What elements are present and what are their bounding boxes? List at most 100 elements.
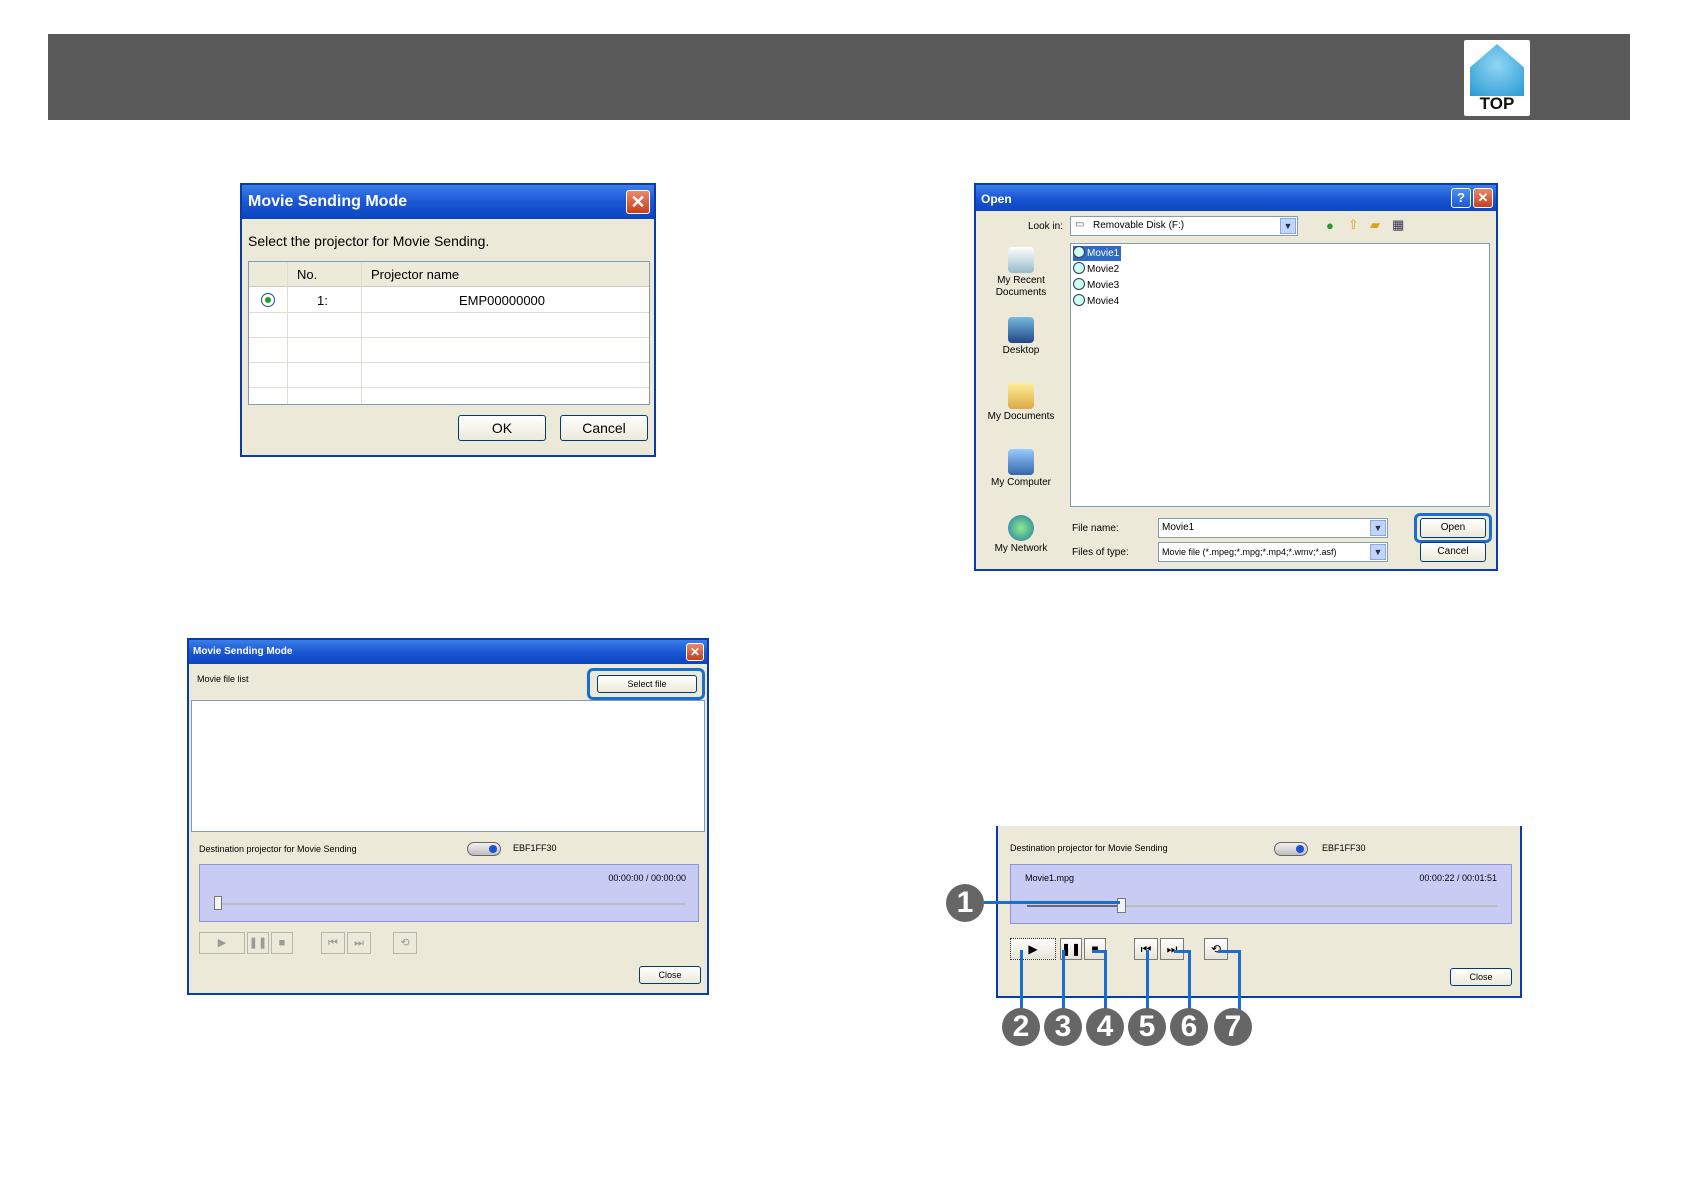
callout-line [1188,950,1191,1010]
stop-button[interactable]: ■ [271,932,293,954]
place-label: My Computer [990,477,1051,488]
file-type-value: Movie file (*.mpeg;*.mpg;*.mp4;*.wmv;*.a… [1162,547,1337,557]
close-icon[interactable]: ✕ [686,643,704,661]
ok-button[interactable]: OK [458,415,546,441]
select-file-button[interactable]: Select file [597,675,697,693]
network-icon [1008,515,1034,541]
seek-progress [1027,905,1121,907]
previous-icon: ⏮ [328,937,338,949]
file-list[interactable]: Movie1 Movie2 Movie3 Movie4 [1070,243,1490,507]
back-icon[interactable]: ● [1326,218,1334,233]
file-name-input[interactable]: Movie1 ▼ [1158,518,1388,538]
cancel-button[interactable]: Cancel [1420,542,1486,562]
up-folder-icon[interactable]: ⇧ [1348,217,1359,233]
play-icon: ▶ [217,937,227,949]
list-item[interactable]: Movie3 [1073,278,1119,293]
place-label: My Documents [987,411,1055,422]
grid-line [287,262,288,404]
dialog-title: Open [981,192,1012,206]
projector-table: No. Projector name 1: EMP00000000 [248,261,650,405]
grid-line [249,312,649,313]
next-button[interactable]: ⏭ [347,932,371,954]
stop-button[interactable]: ■ [1084,938,1106,960]
next-icon: ⏭ [1166,942,1178,956]
play-button[interactable]: ▶ [199,932,245,954]
top-button[interactable]: TOP [1464,40,1530,116]
help-icon[interactable]: ? [1451,188,1471,208]
file-name: Movie4 [1087,296,1120,307]
projector-select-dialog: Movie Sending Mode ✕ Select the projecto… [240,183,656,457]
file-name: Movie1.mpg [1025,873,1075,883]
repeat-button[interactable]: ⟲ [1204,938,1228,960]
file-name-label: File name: [1072,523,1119,534]
repeat-icon: ⟲ [1210,942,1222,956]
page-header [48,34,1630,120]
destination-label: Destination projector for Movie Sending [199,844,357,854]
movie-file-icon [1073,262,1085,274]
chevron-down-icon[interactable]: ▼ [1280,218,1296,234]
close-icon[interactable]: ✕ [1473,188,1493,208]
new-folder-icon[interactable]: ▰ [1370,217,1380,233]
seek-thumb[interactable] [214,896,222,910]
place-my-documents[interactable]: My Documents [980,383,1062,423]
chevron-down-icon[interactable]: ▼ [1370,544,1386,560]
place-my-network[interactable]: My Network [980,515,1062,555]
look-in-label: Look in: [1028,221,1064,232]
dialog-titlebar: Open ? ✕ [976,185,1496,211]
destination-label: Destination projector for Movie Sending [1010,843,1168,853]
next-button[interactable]: ⏭ [1160,938,1184,960]
callout-6: 6 [1170,1008,1208,1046]
col-name-header: Projector name [371,267,460,282]
close-icon[interactable]: ✕ [626,190,650,214]
radio-button[interactable] [261,293,275,307]
repeat-icon: ⟲ [400,937,410,949]
grid-line [249,337,649,338]
grid-line [361,262,362,404]
computer-icon [1008,449,1034,475]
movie-file-icon [1073,278,1085,290]
callout-line [1062,950,1065,1010]
place-desktop[interactable]: Desktop [980,317,1062,357]
place-label: My Recent Documents [995,275,1047,298]
file-name: Movie1 [1087,248,1120,259]
callout-line [1218,950,1240,953]
look-in-value: Removable Disk (F:) [1093,220,1185,231]
callout-1: 1 [946,884,984,922]
time-readout: 00:00:22 / 00:01:51 [1419,873,1497,883]
play-button[interactable]: ▶ [1010,938,1056,960]
movie-file-list-label: Movie file list [197,674,249,684]
place-my-computer[interactable]: My Computer [980,449,1062,489]
row-projector-name: EMP00000000 [459,293,546,308]
play-icon: ▶ [1028,942,1038,956]
chevron-down-icon[interactable]: ▼ [1370,520,1386,536]
previous-button[interactable]: ⏮ [321,932,345,954]
close-button[interactable]: Close [639,966,701,984]
open-file-dialog: Open ? ✕ Look in: ▭ Removable Disk (F:) … [974,183,1498,571]
recent-documents-icon [1008,247,1034,273]
repeat-button[interactable]: ⟲ [393,932,417,954]
close-button[interactable]: Close [1450,968,1512,986]
time-readout: 00:00:00 / 00:00:00 [608,873,686,883]
folder-icon [1008,383,1034,409]
list-item[interactable]: Movie4 [1073,294,1119,309]
pause-button[interactable]: ❚❚ [247,932,269,954]
file-type-select[interactable]: Movie file (*.mpeg;*.mpg;*.mp4;*.wmv;*.a… [1158,542,1388,562]
home-icon [1470,44,1524,96]
movie-file-list[interactable] [191,700,705,832]
dialog-title: Movie Sending Mode [248,193,408,210]
look-in-select[interactable]: ▭ Removable Disk (F:) ▼ [1070,216,1298,236]
cancel-button[interactable]: Cancel [560,415,648,441]
view-menu-icon[interactable]: ▦ [1392,217,1404,233]
movie-sending-dialog: Movie Sending Mode ✕ Movie file list Sel… [187,638,709,995]
list-item[interactable]: Movie2 [1073,262,1119,277]
movie-file-icon [1073,294,1085,306]
file-name-value: Movie1 [1162,522,1195,533]
open-button[interactable]: Open [1420,518,1486,538]
list-item[interactable]: Movie1 [1073,246,1122,261]
place-my-recent-documents[interactable]: My Recent Documents [980,247,1062,299]
drive-icon: ▭ [1075,219,1085,230]
callout-4: 4 [1086,1008,1124,1046]
player-detail: Destination projector for Movie Sending … [996,826,1522,998]
place-label: My Network [994,543,1048,554]
dialog-titlebar: Movie Sending Mode ✕ [242,185,654,219]
